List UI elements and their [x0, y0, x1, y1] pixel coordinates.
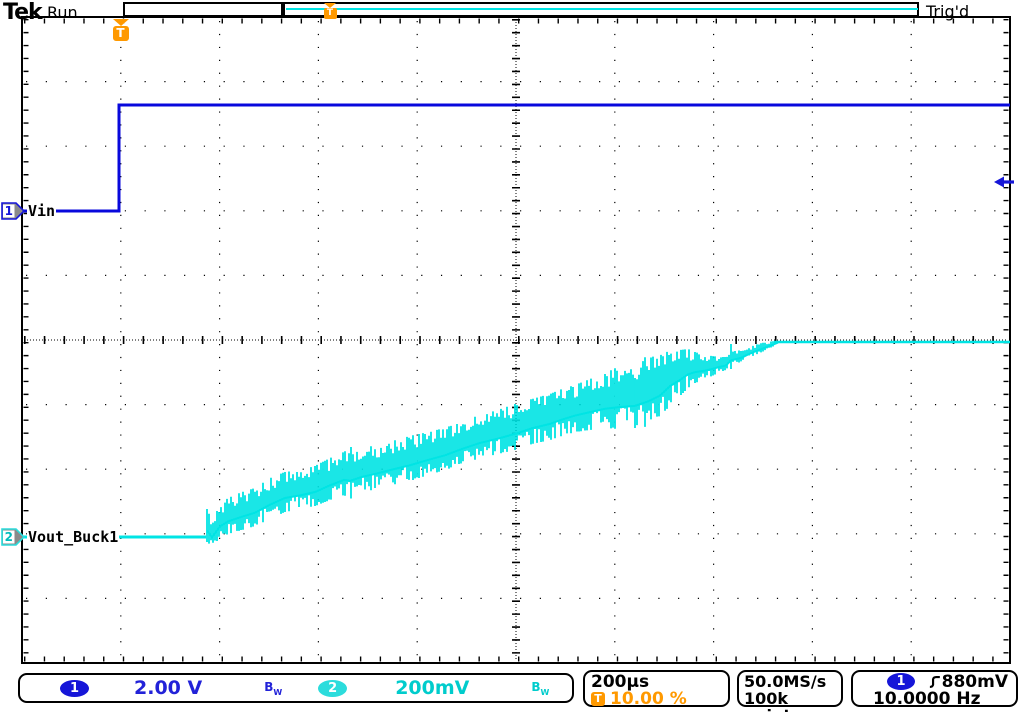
trigger-t-badge-icon: T [591, 692, 605, 706]
record-length: 100k points [744, 690, 841, 712]
record-view-pretrigger[interactable] [123, 2, 283, 17]
oscilloscope-screen: Tek Run Trig'd T T 1 Vin 2 Vout_Buck1 1 … [0, 0, 1024, 712]
ch2-scale: 200mV [395, 677, 469, 699]
ch2-label: Vout_Buck1 [27, 529, 119, 545]
svg-text:2: 2 [5, 530, 13, 544]
trigger-flag-triangle [113, 19, 129, 26]
ch2-ground-marker[interactable]: 2 [1, 528, 25, 546]
record-trigger-flag-icon[interactable]: T [323, 3, 337, 19]
ch1-label: Vin [27, 203, 56, 219]
time-per-div: 200µs [591, 673, 728, 690]
acquisition-readout[interactable]: 50.0MS/s 100k points [737, 670, 843, 707]
tek-logo: Tek [3, 0, 42, 25]
rising-edge-slope-icon [929, 674, 942, 690]
svg-text:1: 1 [5, 204, 13, 218]
waveform-traces [22, 105, 1010, 544]
ch1-ground-marker[interactable]: 1 [1, 202, 25, 220]
trigger-status: Trig'd [926, 2, 969, 21]
graticule [0, 0, 1024, 712]
vertical-readout[interactable]: 1 2.00 V BW 2 200mV BW [18, 673, 574, 703]
ch1-scale: 2.00 V [134, 677, 202, 699]
record-preview-line [286, 8, 918, 10]
ch1-badge[interactable]: 1 [60, 680, 89, 697]
acquisition-status: Run [47, 3, 78, 22]
ch2-bandwidth-icon: BW [531, 678, 549, 697]
trigger-flag-box: T [113, 26, 129, 41]
trigger-level-arrow-icon[interactable] [993, 175, 1017, 189]
trigger-frequency: 10.0000 Hz [873, 690, 1016, 708]
trigger-source-badge: 1 [887, 673, 915, 690]
trigger-readout[interactable]: 1 880mV 10.0000 Hz [851, 670, 1018, 707]
ch2-badge[interactable]: 2 [318, 680, 347, 697]
horizontal-readout[interactable]: 200µs T 10.00 % [583, 670, 730, 707]
trigger-position-flag-icon[interactable]: T [112, 19, 129, 41]
trigger-flag-box: T [324, 8, 337, 19]
ch1-bandwidth-icon: BW [264, 678, 282, 697]
record-view-window[interactable]: T [283, 2, 919, 17]
sample-rate: 50.0MS/s [744, 673, 841, 690]
trigger-position-percent: 10.00 % [610, 689, 687, 709]
